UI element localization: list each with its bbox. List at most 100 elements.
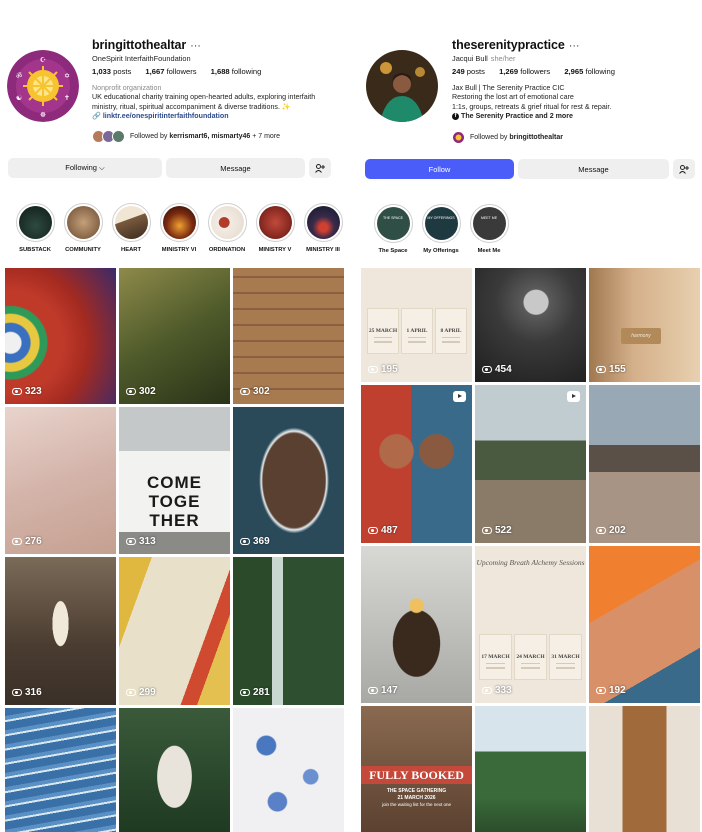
bio-line: Restoring the lost art of emotional care — [452, 93, 574, 102]
profile-link[interactable]: 🔗 linktr.ee/onespiritinterfaithfoundatio… — [92, 112, 315, 121]
username: bringittothealtar ··· — [92, 38, 201, 52]
eye-icon — [126, 388, 136, 395]
eye-icon — [482, 527, 492, 534]
eye-icon — [368, 687, 378, 694]
svg-text:☪: ☪ — [40, 56, 46, 64]
booked-note: join the waiting list for the next one — [381, 802, 452, 807]
display-name: OneSpirit InterfaithFoundation — [92, 54, 191, 63]
message-button[interactable]: Message — [166, 158, 305, 178]
event-cards: 25 MARCH 1 APRIL 8 APRIL — [367, 308, 467, 354]
highlight-ministry-iii[interactable]: MINISTRY III — [299, 203, 347, 253]
highlight-my-offerings[interactable]: MY OFFERINGS My Offerings — [417, 204, 465, 254]
highlight-cover-text: MEET ME — [480, 216, 498, 220]
event-card: 17 MARCH — [479, 634, 512, 680]
bio-line: Jax Bull | The Serenity Practice CIC — [452, 84, 565, 92]
svg-text:ॐ: ॐ — [16, 72, 23, 80]
highlight-cover-text: MY OFFERINGS — [427, 216, 455, 220]
followed-by[interactable]: Followed by kerrismart6, mismarty46 + 7 … — [92, 130, 280, 143]
post-tile[interactable] — [5, 708, 116, 832]
post-tile[interactable]: 192 — [589, 546, 700, 703]
add-person-icon[interactable] — [309, 158, 331, 178]
posts-stat[interactable]: 1,033 posts — [92, 67, 137, 76]
post-tile[interactable]: 454 — [475, 268, 586, 382]
profile-header: theserenitypractice ··· Jacqui Bull she/he… — [355, 0, 702, 150]
followers-stat[interactable]: 1,269 followers — [499, 67, 556, 76]
eye-icon — [596, 527, 606, 534]
reel-icon — [567, 391, 580, 402]
highlight-ministry-vi[interactable]: MINISTRY VI — [155, 203, 203, 253]
eye-icon — [482, 366, 492, 373]
bio: Nonprofit organization UK educational ch… — [92, 84, 315, 122]
username-text: theserenitypractice — [452, 38, 565, 52]
following-stat[interactable]: 2,965 following — [564, 67, 621, 76]
highlight-heart[interactable]: HEART — [107, 203, 155, 253]
post-tile[interactable]: 299 — [119, 557, 230, 705]
profile-avatar[interactable] — [366, 50, 438, 122]
highlight-substack[interactable]: SUBSTACK — [11, 203, 59, 253]
add-person-icon[interactable] — [673, 159, 695, 179]
bio: Jax Bull | The Serenity Practice CIC Res… — [452, 84, 611, 122]
highlight-ministry-v[interactable]: MINISTRY V — [251, 203, 299, 253]
eye-icon — [368, 527, 378, 534]
post-tile[interactable]: harmony 155 — [589, 268, 700, 382]
followed-by[interactable]: Followed by bringittothealtar — [452, 131, 563, 144]
facebook-link[interactable]: f The Serenity Practice and 2 more — [452, 112, 611, 121]
eye-icon — [126, 689, 136, 696]
more-options-icon[interactable]: ··· — [190, 40, 201, 52]
post-tile[interactable] — [589, 706, 700, 832]
eye-icon — [368, 366, 378, 373]
message-button[interactable]: Message — [518, 159, 669, 179]
eye-icon — [126, 538, 136, 545]
post-tile[interactable]: FULLY BOOKED THE SPACE GATHERING 21 MARC… — [361, 706, 472, 832]
highlight-community[interactable]: COMMUNITY — [59, 203, 107, 253]
followers-stat[interactable]: 1,667 followers — [145, 67, 202, 76]
bio-line: ministry, ritual, spiritual accompanimen… — [92, 102, 291, 111]
bio-line: UK educational charity training open-hea… — [92, 93, 316, 102]
profile-header: ☪ ✡ ✝ ☸ ☯ ॐ bringittothealtar ··· OneSpirit I… — [0, 0, 347, 150]
followed-by-names: bringittothealtar — [509, 134, 563, 141]
post-tile[interactable]: 147 — [361, 546, 472, 703]
more-options-icon[interactable]: ··· — [569, 40, 580, 52]
link-icon: 🔗 — [92, 112, 101, 121]
reel-icon — [453, 391, 466, 402]
post-tile[interactable]: 281 — [233, 557, 344, 705]
person-portrait-icon — [366, 50, 438, 122]
following-stat[interactable]: 1,688 following — [211, 67, 268, 76]
post-tile[interactable]: 276 — [5, 407, 116, 554]
follow-button[interactable]: Follow — [365, 159, 514, 179]
eye-icon — [12, 388, 22, 395]
svg-text:☸: ☸ — [40, 111, 46, 119]
highlight-meet-me[interactable]: MEET ME Meet Me — [465, 204, 513, 254]
following-button[interactable]: Following ⌵ — [8, 158, 162, 178]
highlights-row: SUBSTACK COMMUNITY HEART MINISTRY VI ORD… — [11, 203, 347, 253]
post-tile[interactable]: 316 — [5, 557, 116, 705]
post-tile[interactable]: 522 — [475, 385, 586, 543]
post-tile[interactable] — [475, 706, 586, 832]
post-tile[interactable]: 369 — [233, 407, 344, 554]
post-tile[interactable]: 202 — [589, 385, 700, 543]
come-together-sign: COME TOGE THER — [147, 473, 202, 530]
highlight-ordination[interactable]: ORDINATION — [203, 203, 251, 253]
post-tile[interactable]: 323 — [5, 268, 116, 404]
highlight-the-space[interactable]: THE SPACE The Space — [369, 204, 417, 254]
post-tile[interactable]: 487 — [361, 385, 472, 543]
highlight-cover-text: THE SPACE — [382, 216, 404, 220]
eye-icon — [240, 538, 250, 545]
post-tile[interactable]: 25 MARCH 1 APRIL 8 APRIL 195 — [361, 268, 472, 382]
profile-avatar[interactable]: ☪ ✡ ✝ ☸ ☯ ॐ — [7, 50, 79, 122]
post-grid: 323 302 302 276 COME TOGE THER 313 369 316… — [5, 268, 344, 832]
post-tile[interactable]: COME TOGE THER 313 — [119, 407, 230, 554]
profile-stats: 249 posts 1,269 followers 2,965 followin… — [452, 67, 627, 76]
post-tile[interactable]: 302 — [233, 268, 344, 404]
eye-icon — [240, 689, 250, 696]
facebook-icon: f — [452, 112, 459, 120]
post-tile[interactable]: Upcoming Breath Alchemy Sessions 17 MARC… — [475, 546, 586, 703]
post-tile[interactable]: 302 — [119, 268, 230, 404]
profile-panel-theserenitypractice: theserenitypractice ··· Jacqui Bull she/he… — [355, 0, 702, 832]
followed-by-prefix: Followed by — [130, 133, 168, 140]
post-tile[interactable] — [119, 708, 230, 832]
post-tile[interactable] — [233, 708, 344, 832]
booked-date: 21 MARCH 2026 — [397, 795, 436, 801]
posts-stat[interactable]: 249 posts — [452, 67, 491, 76]
eye-icon — [12, 538, 22, 545]
